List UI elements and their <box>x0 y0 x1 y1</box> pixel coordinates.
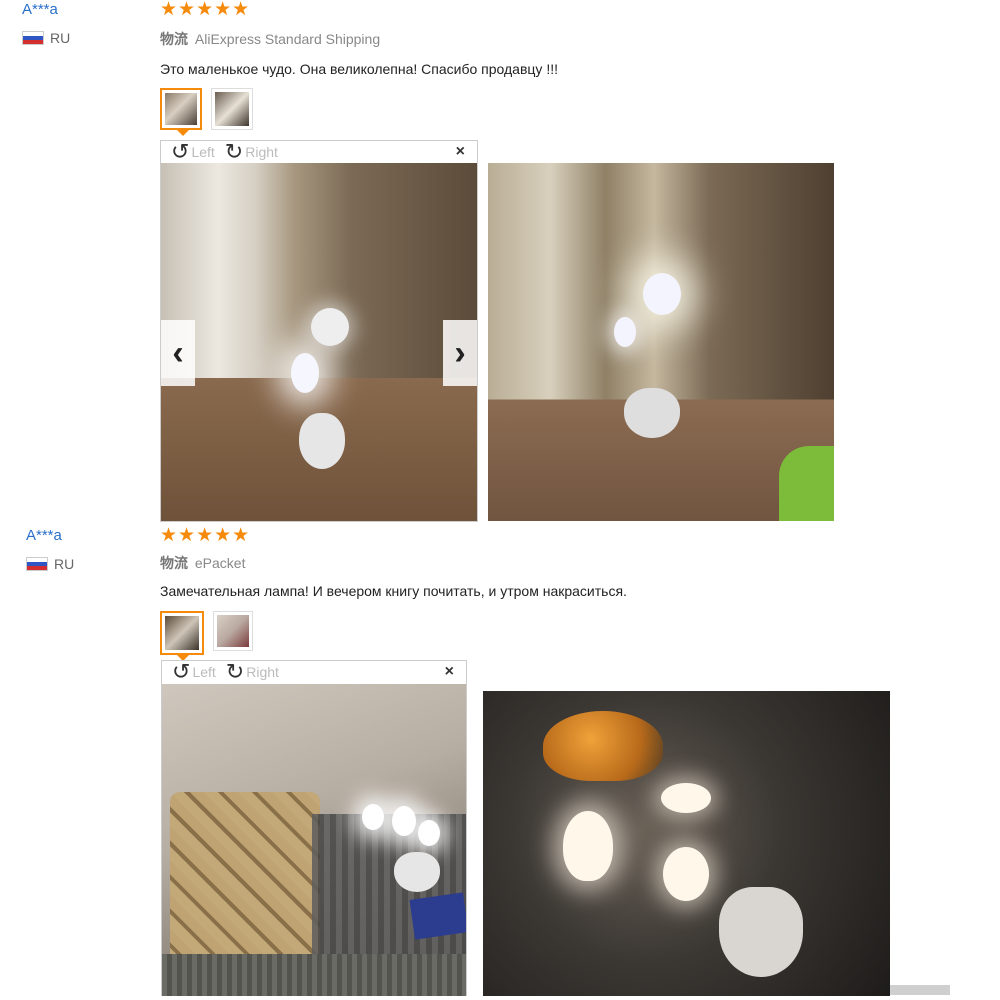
lamp-base <box>624 388 680 438</box>
rotate-right-icon: ↻ <box>225 659 245 684</box>
photo-thumbnail[interactable] <box>160 88 202 136</box>
review-photo-main <box>162 684 466 996</box>
lamp-base <box>299 413 345 469</box>
prev-photo-button[interactable]: ‹ <box>161 320 195 386</box>
reviewer-country: RU <box>22 30 142 46</box>
reviewer-country: RU <box>26 556 146 572</box>
review-text: Это маленькое чудо. Она великолепна! Спа… <box>160 61 558 77</box>
star-rating: ★★★★★ <box>160 525 251 546</box>
thumbnail-image <box>215 92 249 126</box>
shipping-label: 物流 <box>160 31 188 47</box>
photo-thumbnail[interactable] <box>213 611 253 651</box>
rotate-right-button[interactable]: ↻ Right <box>225 659 279 684</box>
review-photo-secondary <box>488 163 834 521</box>
review-content: ★★★★★ 物流 ePacket Замечательная лампа! И … <box>160 525 627 661</box>
shipping-info: 物流 AliExpress Standard Shipping <box>160 29 558 49</box>
lamp-base <box>719 887 803 977</box>
shipping-label: 物流 <box>160 555 188 571</box>
rotate-left-icon: ↺ <box>172 659 191 684</box>
shipping-method: AliExpress Standard Shipping <box>194 31 381 47</box>
scroll-indicator <box>890 985 950 995</box>
reviewer-name[interactable]: A***a <box>22 0 142 20</box>
flag-ru-icon <box>26 557 48 571</box>
country-code: RU <box>54 556 75 572</box>
photo-thumbnail[interactable] <box>211 88 253 130</box>
thumbnail-image <box>165 616 199 650</box>
photo-thumbnail[interactable] <box>160 611 204 661</box>
thumbnail-image <box>165 93 197 125</box>
fruit-bowl <box>543 711 663 781</box>
rotate-left-icon: ↺ <box>171 139 190 164</box>
rotate-left-label: Left <box>192 664 216 680</box>
lamp-light <box>661 783 711 813</box>
lamp-base <box>394 852 440 892</box>
flag-ru-icon <box>22 31 44 45</box>
viewer-toolbar: ↺ Left ↻ Right × <box>162 661 466 683</box>
lamp-light <box>392 806 416 836</box>
rotate-right-icon: ↻ <box>224 139 244 164</box>
review-text: Замечательная лампа! И вечером книгу поч… <box>160 583 627 599</box>
review-photo-main <box>161 163 477 521</box>
pillow <box>170 792 320 962</box>
rotate-left-label: Left <box>191 144 215 160</box>
lamp-light <box>614 317 636 347</box>
shipping-method: ePacket <box>194 555 246 571</box>
review-content: ★★★★★ 物流 AliExpress Standard Shipping Эт… <box>160 0 558 136</box>
lamp-light <box>418 820 440 846</box>
reviewer-name[interactable]: A***a <box>26 526 146 546</box>
green-pillow <box>779 446 834 521</box>
rotate-left-button[interactable]: ↺ Left <box>172 659 216 684</box>
shipping-info: 物流 ePacket <box>160 553 627 573</box>
review-photo-secondary <box>483 691 890 996</box>
country-code: RU <box>50 30 71 46</box>
thumbnail-image <box>217 615 249 647</box>
photo-thumbnails <box>160 88 558 136</box>
close-icon[interactable]: × <box>456 143 465 161</box>
bed-cover <box>162 954 466 996</box>
photo-thumbnails <box>160 611 627 661</box>
rotate-right-label: Right <box>245 144 278 160</box>
reviewer-info: A***a RU <box>22 0 142 46</box>
book <box>409 892 466 940</box>
star-rating: ★★★★★ <box>160 0 251 20</box>
lamp-light <box>663 847 709 901</box>
lamp-light <box>362 804 384 830</box>
rotate-right-button[interactable]: ↻ Right <box>224 139 278 164</box>
rotate-left-button[interactable]: ↺ Left <box>171 139 215 164</box>
lamp-light <box>563 811 613 881</box>
next-photo-button[interactable]: › <box>443 320 477 386</box>
reviewer-info: A***a RU <box>26 526 146 572</box>
lamp-light <box>643 273 681 315</box>
close-icon[interactable]: × <box>445 663 454 681</box>
lamp-light <box>291 353 319 393</box>
lamp-light <box>311 308 349 346</box>
rotate-right-label: Right <box>246 664 279 680</box>
viewer-toolbar: ↺ Left ↻ Right × <box>161 141 477 163</box>
